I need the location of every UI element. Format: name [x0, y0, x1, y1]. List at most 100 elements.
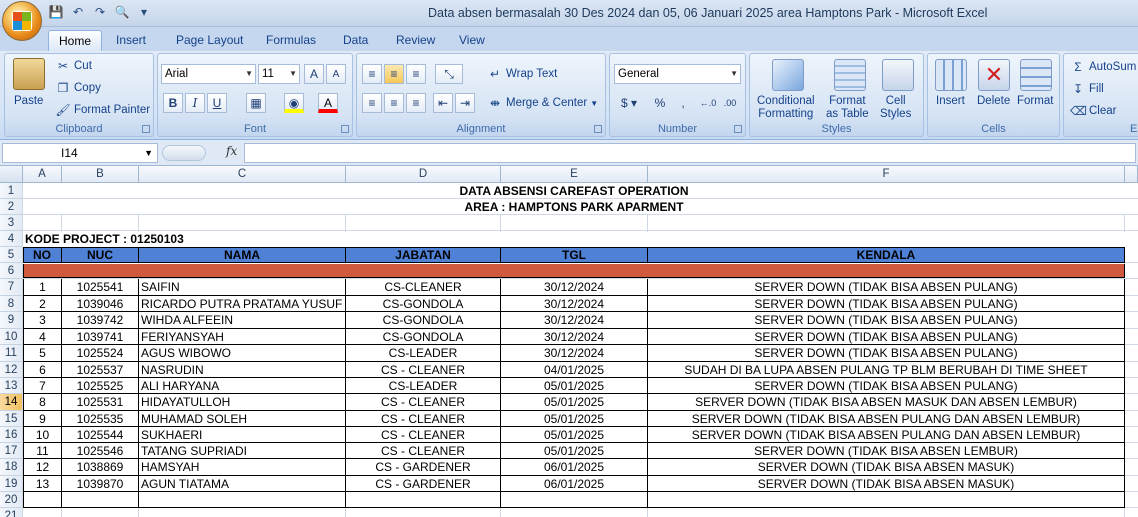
wrap-text-button[interactable]: ↵ Wrap Text — [487, 66, 557, 82]
name-box[interactable]: I14 ▼ — [2, 143, 158, 163]
table-cell-nama[interactable]: ALI HARYANA — [139, 378, 346, 394]
table-cell-nama[interactable]: RICARDO PUTRA PRATAMA YUSUF — [139, 296, 346, 312]
table-cell-tgl[interactable]: 30/12/2024 — [501, 279, 648, 296]
table-cell-nuc[interactable]: 1025535 — [62, 411, 139, 427]
align-right-icon[interactable]: ≡ — [406, 93, 426, 113]
table-cell-tgl[interactable]: 05/01/2025 — [501, 411, 648, 427]
table-cell-kendala[interactable]: SERVER DOWN (TIDAK BISA ABSEN MASUK) — [648, 459, 1125, 476]
table-cell-nuc[interactable]: 1025524 — [62, 345, 139, 362]
conditional-formatting-icon[interactable] — [772, 59, 804, 91]
row-header-4[interactable]: 4 — [0, 231, 23, 247]
cut-button[interactable]: ✂ Cut — [55, 58, 92, 74]
cell-styles-icon[interactable] — [882, 59, 914, 91]
row-header-5[interactable]: 5 — [0, 247, 23, 263]
italic-button[interactable]: I — [185, 93, 205, 113]
table-cell-tgl[interactable]: 30/12/2024 — [501, 329, 648, 345]
table-cell-kendala[interactable]: SERVER DOWN (TIDAK BISA ABSEN PULANG) — [648, 345, 1125, 362]
table-cell-nuc[interactable]: 1025525 — [62, 378, 139, 394]
table-cell-empty[interactable] — [23, 492, 62, 508]
redo-icon[interactable]: ↷ — [92, 4, 108, 20]
number-format-combo[interactable]: General ▼ — [614, 64, 741, 84]
tab-insert[interactable]: Insert — [106, 30, 156, 51]
column-header-a[interactable]: A — [23, 166, 62, 183]
column-header-c[interactable]: C — [139, 166, 346, 183]
table-cell-no[interactable]: 3 — [23, 312, 62, 329]
table-cell-nuc[interactable]: 1025531 — [62, 394, 139, 411]
table-cell-no[interactable]: 7 — [23, 378, 62, 394]
column-header-d[interactable]: D — [346, 166, 501, 183]
table-cell-nama[interactable]: FERIYANSYAH — [139, 329, 346, 345]
decrease-indent-icon[interactable]: ⇤ — [433, 93, 453, 113]
orientation-icon[interactable]: ⤡ — [435, 64, 463, 84]
table-cell-kendala[interactable]: SERVER DOWN (TIDAK BISA ABSEN PULANG DAN… — [648, 411, 1125, 427]
table-cell-tgl[interactable]: 05/01/2025 — [501, 378, 648, 394]
cell-styles-button[interactable]: Cell Styles — [880, 95, 911, 121]
table-cell-empty[interactable] — [501, 492, 648, 508]
row-header-18[interactable]: 18 — [0, 459, 23, 476]
row-header-3[interactable]: 3 — [0, 215, 23, 231]
alignment-launcher-icon[interactable] — [594, 125, 602, 133]
format-painter-button[interactable]: 🖌 Format Painter — [55, 102, 150, 118]
table-cell-nuc[interactable]: 1039046 — [62, 296, 139, 312]
font-size-combo[interactable]: 11 ▼ — [258, 64, 300, 84]
row-header-6[interactable]: 6 — [0, 263, 23, 279]
tab-data[interactable]: Data — [333, 30, 378, 51]
align-top-icon[interactable]: ≡ — [362, 64, 382, 84]
table-cell-jabatan[interactable]: CS - GARDENER — [346, 476, 501, 492]
tab-home[interactable]: Home — [48, 30, 103, 51]
table-cell-nama[interactable]: SUKHAERI — [139, 427, 346, 443]
table-cell-nama[interactable]: HIDAYATULLOH — [139, 394, 346, 411]
table-cell-nuc[interactable]: 1025546 — [62, 443, 139, 459]
copy-button[interactable]: ❐ Copy — [55, 80, 101, 96]
column-header-f[interactable]: F — [648, 166, 1125, 183]
row-header-15[interactable]: 15 — [0, 411, 23, 427]
insert-function-icon[interactable]: fx — [226, 144, 237, 158]
table-cell-no[interactable]: 5 — [23, 345, 62, 362]
table-cell-no[interactable]: 13 — [23, 476, 62, 492]
paste-button[interactable]: Paste — [14, 95, 43, 107]
formula-input[interactable] — [244, 143, 1136, 163]
table-cell-jabatan[interactable]: CS-CLEANER — [346, 279, 501, 296]
column-header-b[interactable]: B — [62, 166, 139, 183]
table-cell-tgl[interactable]: 05/01/2025 — [501, 427, 648, 443]
row-header-12[interactable]: 12 — [0, 362, 23, 378]
table-cell-no[interactable]: 2 — [23, 296, 62, 312]
clipboard-launcher-icon[interactable] — [142, 125, 150, 133]
table-cell-nama[interactable]: TATANG SUPRIADI — [139, 443, 346, 459]
grow-font-button[interactable]: A — [304, 64, 324, 84]
table-cell-kendala[interactable]: SERVER DOWN (TIDAK BISA ABSEN PULANG) — [648, 279, 1125, 296]
format-as-table-icon[interactable] — [834, 59, 866, 91]
row-header-11[interactable]: 11 — [0, 345, 23, 362]
table-cell-empty[interactable] — [648, 492, 1125, 508]
insert-cells-icon[interactable] — [935, 59, 967, 91]
table-cell-no[interactable]: 10 — [23, 427, 62, 443]
table-cell-nama[interactable]: MUHAMAD SOLEH — [139, 411, 346, 427]
print-preview-icon[interactable]: 🔍 — [114, 4, 130, 20]
table-cell-nama[interactable]: NASRUDIN — [139, 362, 346, 378]
table-cell-tgl[interactable]: 05/01/2025 — [501, 394, 648, 411]
format-button[interactable]: Format — [1017, 95, 1053, 107]
shrink-font-button[interactable]: A — [326, 64, 346, 84]
fill-button[interactable]: ↧ Fill — [1070, 81, 1104, 97]
table-cell-tgl[interactable]: 06/01/2025 — [501, 459, 648, 476]
table-cell-nama[interactable]: AGUN TIATAMA — [139, 476, 346, 492]
table-cell-no[interactable]: 4 — [23, 329, 62, 345]
table-cell-no[interactable]: 11 — [23, 443, 62, 459]
office-button[interactable] — [2, 1, 42, 41]
undo-icon[interactable]: ↶ — [70, 4, 86, 20]
table-cell-tgl[interactable]: 05/01/2025 — [501, 443, 648, 459]
fill-color-icon[interactable]: ◉ — [284, 93, 304, 113]
table-cell-kendala[interactable]: SUDAH DI BA LUPA ABSEN PULANG TP BLM BER… — [648, 362, 1125, 378]
table-cell-jabatan[interactable]: CS-GONDOLA — [346, 296, 501, 312]
percent-icon[interactable]: % — [650, 93, 670, 113]
align-middle-icon[interactable]: ≡ — [384, 64, 404, 84]
table-cell-no[interactable]: 8 — [23, 394, 62, 411]
table-cell-kendala[interactable]: SERVER DOWN (TIDAK BISA ABSEN PULANG) — [648, 296, 1125, 312]
merge-center-button[interactable]: ⇼ Merge & Center ▼ — [487, 95, 598, 111]
clear-button[interactable]: ⌫ Clear — [1070, 103, 1116, 119]
save-icon[interactable]: 💾 — [48, 4, 64, 20]
table-cell-tgl[interactable]: 30/12/2024 — [501, 345, 648, 362]
decrease-decimal-icon[interactable]: .00 — [720, 93, 740, 113]
table-cell-no[interactable]: 1 — [23, 279, 62, 296]
table-cell-nuc[interactable]: 1038869 — [62, 459, 139, 476]
